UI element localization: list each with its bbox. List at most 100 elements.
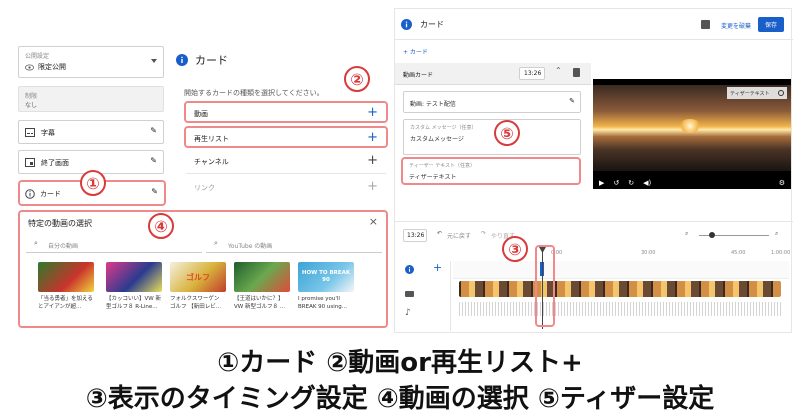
teaser-text-value: ティザーテキスト	[409, 174, 457, 181]
card-panel-instruction: 開始するカードの種類を選択してください。	[184, 89, 324, 97]
video-result[interactable]: 「当る勇者」を加えるとアイアンが超...	[38, 262, 94, 311]
select-video-title: 特定の動画の選択	[28, 219, 92, 228]
video-field-value: 動画: テスト配信	[410, 101, 456, 108]
restriction-value: なし	[25, 102, 38, 109]
search-icon: ⌕	[34, 239, 38, 247]
video-thumbnail	[106, 262, 162, 292]
play-icon[interactable]: ▶	[599, 179, 604, 187]
video-caption: I promise you'll BREAK 90 using...	[298, 296, 348, 310]
add-plus-icon[interactable]: +	[367, 153, 378, 168]
teaser-text-field[interactable]: ティーザー テキスト（任意） ティザーテキスト	[401, 157, 581, 185]
video-card-time[interactable]: 13:26	[519, 67, 545, 80]
search-own-videos[interactable]: ⌕ 自分の動画	[26, 237, 202, 253]
video-card-label: 動画カード	[403, 72, 434, 79]
edit-pencil-icon[interactable]: ✎	[569, 97, 575, 105]
save-button[interactable]: 保存	[758, 17, 784, 32]
card-option-video[interactable]: 動画 +	[184, 101, 388, 123]
video-caption: フォルクスワーゲン ゴルフ 【新田レビ...	[170, 296, 221, 310]
discard-button[interactable]: 変更を破棄	[721, 21, 751, 30]
zoom-icon[interactable]: ⌕	[685, 230, 688, 238]
caption-line-1: ①カード ②動画or再生リスト+	[217, 348, 583, 378]
timing-highlight	[535, 245, 555, 327]
add-card-button[interactable]: + カード	[403, 47, 428, 56]
info-icon	[25, 189, 35, 199]
eye-icon	[25, 64, 34, 70]
zoom-in-icon[interactable]: ⌕	[775, 230, 778, 238]
rewind-icon[interactable]: ↺	[613, 179, 619, 187]
search-youtube-videos[interactable]: ⌕ YouTube の動画	[206, 237, 382, 253]
video-result[interactable]: HOW TO BREAK 90 I promise you'll BREAK 9…	[298, 262, 354, 311]
forward-icon[interactable]: ↻	[628, 179, 634, 187]
video-caption: 【王道はいかに？】VW 新型ゴルフ８ ...	[234, 296, 285, 310]
annotation-2: ②	[344, 66, 370, 92]
add-plus-icon[interactable]: +	[367, 179, 378, 194]
subtitles-label: 字幕	[41, 129, 55, 137]
timeline-time[interactable]: 13:26	[403, 229, 427, 242]
add-plus-icon[interactable]: +	[367, 105, 378, 120]
add-card-plus-icon[interactable]: +	[433, 261, 442, 274]
delete-icon[interactable]	[573, 68, 580, 77]
video-result[interactable]: 【王道はいかに？】VW 新型ゴルフ８ ...	[234, 262, 290, 311]
search-icon: ⌕	[214, 239, 218, 247]
video-filmstrip	[459, 281, 781, 297]
track-labels-column	[395, 261, 451, 331]
subtitles-item[interactable]: 字幕 ✎	[18, 120, 164, 144]
save-button-label: 保存	[764, 22, 777, 29]
card-panel-title-row: カード	[176, 52, 228, 68]
visibility-field[interactable]: 公開設定 限定公開	[18, 46, 164, 78]
dropdown-arrow-icon	[151, 59, 157, 63]
video-field[interactable]: 動画: テスト配信 ✎	[403, 91, 581, 113]
card-option-channel[interactable]: チャンネル +	[186, 152, 386, 174]
video-thumbnail: ゴルフ	[170, 262, 226, 292]
thumbnail-text: ゴルフ	[186, 272, 210, 282]
card-panel-title: カード	[195, 54, 228, 67]
video-result[interactable]: 【カッコいい】VW 新型ゴルフ８ R-Line...	[106, 262, 162, 311]
edit-pencil-icon[interactable]: ✎	[151, 187, 158, 196]
timeline-divider	[395, 221, 793, 222]
volume-icon[interactable]: ◀)	[643, 179, 651, 187]
player-controls: ▶ ↺ ↻ ◀) ⚙	[593, 177, 791, 189]
ruler-tick: 1:00:00	[771, 250, 791, 256]
annotation-5: ⑤	[494, 120, 520, 146]
custom-message-field[interactable]: カスタム メッセージ（任意） カスタムメッセージ	[403, 119, 581, 155]
info-filled-icon	[401, 19, 412, 30]
feedback-icon[interactable]	[701, 20, 710, 29]
video-thumbnail	[38, 262, 94, 292]
video-player[interactable]: ティザーテキスト ▶ ↺ ↻ ◀) ⚙	[593, 79, 791, 189]
annotation-4: ④	[148, 213, 174, 239]
close-icon[interactable]: ×	[369, 215, 378, 228]
visibility-label: 公開設定	[25, 53, 50, 60]
header-divider	[395, 39, 793, 40]
zoom-slider-handle[interactable]	[709, 232, 715, 238]
edit-pencil-icon[interactable]: ✎	[150, 156, 157, 165]
redo-icon[interactable]: ↷	[481, 230, 486, 237]
undo-icon[interactable]: ↶	[437, 230, 442, 237]
chevron-up-icon[interactable]: ⌃	[555, 66, 562, 75]
editor-window: カード 変更を破棄 保存 + カード 動画カード 13:26 ⌃ 動画: テスト…	[394, 8, 793, 333]
teaser-bubble[interactable]: ティザーテキスト	[727, 87, 787, 99]
tab-youtube-videos[interactable]: YouTube の動画	[228, 241, 272, 250]
annotation-3: ③	[502, 236, 528, 262]
video-caption: 「当る勇者」を加えるとアイアンが超...	[38, 296, 93, 310]
add-plus-icon[interactable]: +	[367, 130, 378, 145]
video-thumbnail	[234, 262, 290, 292]
video-result[interactable]: ゴルフ フォルクスワーゲン ゴルフ 【新田レビ...	[170, 262, 226, 311]
ruler-tick: 30:00	[641, 250, 656, 256]
card-option-playlist[interactable]: 再生リスト +	[184, 126, 388, 148]
settings-icon[interactable]: ⚙	[779, 179, 785, 187]
video-card-row[interactable]: 動画カード 13:26 ⌃	[395, 63, 591, 85]
thumbnail-text: HOW TO BREAK 90	[301, 270, 351, 283]
undo-button[interactable]: 元に戻す	[447, 231, 471, 240]
select-video-dialog: 特定の動画の選択 × ⌕ 自分の動画 ⌕ YouTube の動画 「当る勇者」を…	[18, 210, 388, 328]
info-filled-icon	[405, 265, 414, 274]
edit-pencil-icon[interactable]: ✎	[150, 126, 157, 135]
card-option-link[interactable]: リンク +	[186, 178, 386, 200]
restriction-field: 制限 なし	[18, 86, 164, 112]
custom-message-label: カスタム メッセージ（任意）	[410, 125, 477, 131]
custom-message-value: カスタムメッセージ	[410, 136, 464, 143]
tab-own-videos[interactable]: 自分の動画	[48, 241, 78, 250]
player-teaser-text: ティザーテキスト	[730, 90, 770, 97]
annotation-1: ①	[80, 170, 106, 196]
cards-label: カード	[40, 190, 61, 198]
sun-glow	[679, 119, 701, 133]
